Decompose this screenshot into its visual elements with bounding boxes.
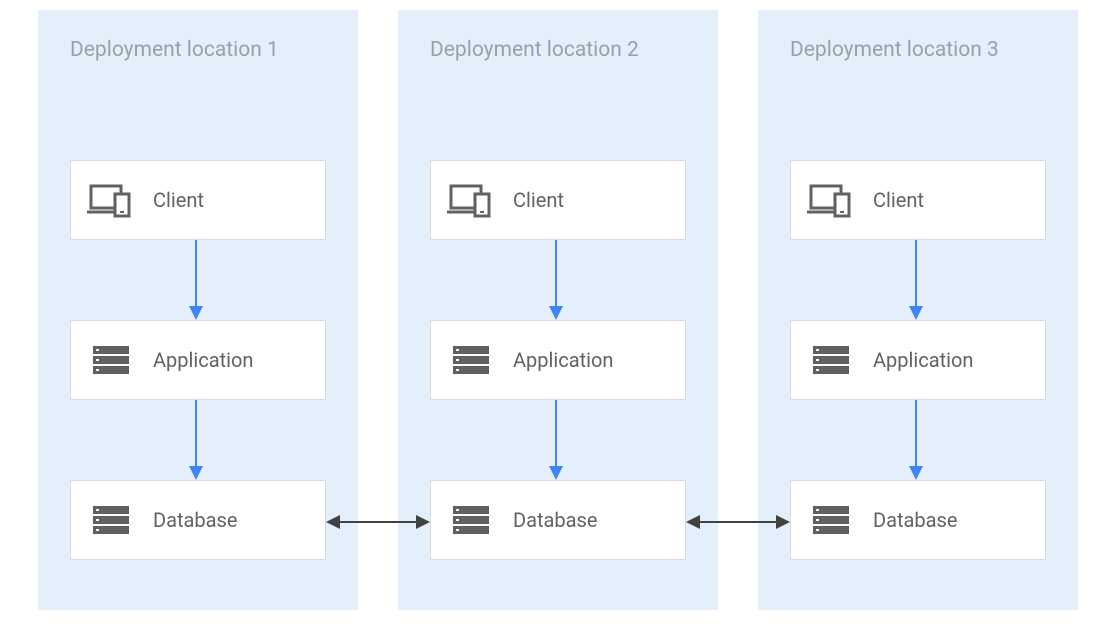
application-node: Application <box>790 320 1046 400</box>
arrow-down-icon <box>194 240 198 320</box>
application-node: Application <box>70 320 326 400</box>
column-title: Deployment location 3 <box>790 38 1046 62</box>
server-stack-icon <box>807 496 855 544</box>
arrow-down-icon <box>554 400 558 480</box>
column-title: Deployment location 1 <box>70 38 326 62</box>
application-node: Application <box>430 320 686 400</box>
double-arrow-icon <box>686 512 790 516</box>
arrow-down-icon <box>554 240 558 320</box>
deployment-column-3: Deployment location 3 Client <box>758 10 1078 610</box>
column-title: Deployment location 2 <box>430 38 686 62</box>
application-label: Application <box>513 348 613 372</box>
database-label: Database <box>153 508 237 532</box>
devices-icon <box>447 176 495 224</box>
database-node: Database <box>790 480 1046 560</box>
deployment-column-2: Deployment location 2 Client <box>398 10 718 610</box>
double-arrow-icon <box>326 512 430 516</box>
database-label: Database <box>513 508 597 532</box>
application-label: Application <box>873 348 973 372</box>
client-label: Client <box>873 188 924 212</box>
devices-icon <box>807 176 855 224</box>
database-label: Database <box>873 508 957 532</box>
arrow-down-icon <box>914 240 918 320</box>
server-stack-icon <box>447 336 495 384</box>
arrow-down-icon <box>914 400 918 480</box>
arrow-down-icon <box>194 400 198 480</box>
client-label: Client <box>153 188 204 212</box>
client-node: Client <box>70 160 326 240</box>
server-stack-icon <box>807 336 855 384</box>
server-stack-icon <box>447 496 495 544</box>
devices-icon <box>87 176 135 224</box>
client-node: Client <box>430 160 686 240</box>
client-label: Client <box>513 188 564 212</box>
server-stack-icon <box>87 496 135 544</box>
database-node: Database <box>70 480 326 560</box>
server-stack-icon <box>87 336 135 384</box>
deployment-column-1: Deployment location 1 Client <box>38 10 358 610</box>
database-node: Database <box>430 480 686 560</box>
application-label: Application <box>153 348 253 372</box>
client-node: Client <box>790 160 1046 240</box>
